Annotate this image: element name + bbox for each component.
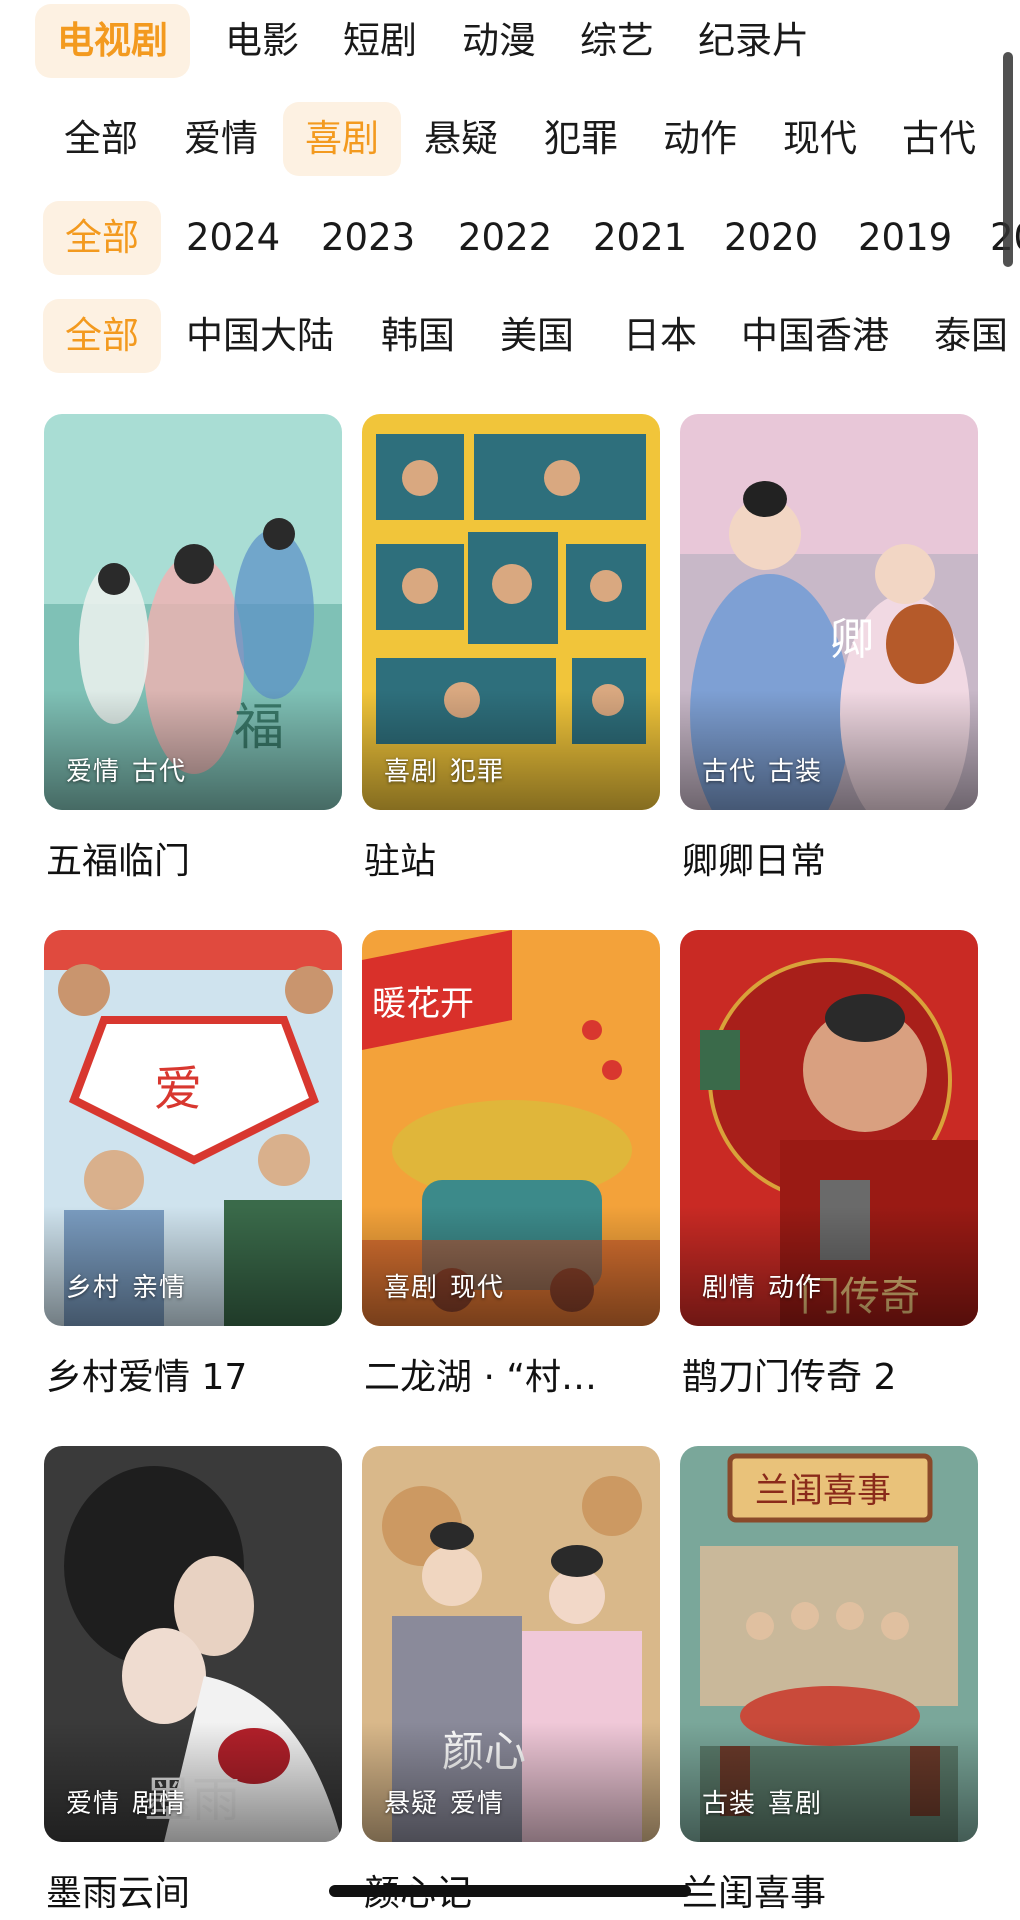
genre-filter-row: 全部 爱情 喜剧 悬疑 犯罪 动作 现代 古代 <box>0 98 1020 178</box>
genre-suspense[interactable]: 悬疑 <box>402 102 520 176</box>
poster-image[interactable]: 福 爱情古代 <box>44 414 342 810</box>
genre-tag: 喜剧 <box>384 1273 439 1303</box>
poster-image[interactable]: 颜心 悬疑爱情 <box>362 1446 660 1842</box>
region-hong-kong[interactable]: 中国香港 <box>719 299 911 373</box>
show-title[interactable]: 卿卿日常 <box>682 832 978 884</box>
genre-tags: 爱情 剧情 <box>66 1783 186 1820</box>
genre-tags: 爱情 古代 <box>66 751 186 788</box>
region-korea[interactable]: 韩国 <box>359 299 477 373</box>
genre-tag: 古代 <box>132 757 187 787</box>
genre-tags: 古代 古装 <box>702 751 822 788</box>
region-mainland-china[interactable]: 中国大陆 <box>164 299 356 373</box>
region-thailand[interactable]: 泰国 <box>912 299 1020 373</box>
genre-tag: 现代 <box>450 1273 505 1303</box>
region-filter-row: 全部 中国大陆 韩国 美国 日本 中国香港 泰国 <box>0 295 1020 375</box>
poster-gradient <box>44 690 342 810</box>
genre-all[interactable]: 全部 <box>42 102 160 176</box>
show-title[interactable]: 驻站 <box>364 832 660 884</box>
genre-tag: 爱情 <box>450 1789 505 1819</box>
poster-gradient <box>362 1206 660 1326</box>
genre-tags: 乡村 亲情 <box>66 1267 186 1304</box>
poster-image[interactable]: 门传奇 剧情动作 <box>680 930 978 1326</box>
poster-gradient <box>44 1722 342 1842</box>
tab-movie[interactable]: 电影 <box>203 4 321 78</box>
year-2020[interactable]: 2020 <box>702 201 840 275</box>
genre-tag: 犯罪 <box>450 757 505 787</box>
svg-text:爱: 爱 <box>154 1061 202 1117</box>
genre-action[interactable]: 动作 <box>641 102 759 176</box>
svg-text:暖花开: 暖花开 <box>372 984 474 1024</box>
show-title[interactable]: 兰闺喜事 <box>682 1864 978 1916</box>
genre-tag: 喜剧 <box>384 757 439 787</box>
vertical-scrollbar[interactable] <box>1003 52 1013 267</box>
region-japan[interactable]: 日本 <box>601 299 719 373</box>
genre-tag: 悬疑 <box>384 1789 439 1819</box>
home-indicator[interactable] <box>329 1885 691 1897</box>
tab-variety[interactable]: 综艺 <box>558 4 676 78</box>
genre-tag: 亲情 <box>132 1273 187 1303</box>
svg-text:兰闺喜事: 兰闺喜事 <box>755 1471 891 1511</box>
tab-documentary[interactable]: 纪录片 <box>676 4 831 78</box>
tab-tv-series[interactable]: 电视剧 <box>35 4 190 78</box>
poster-gradient <box>44 1206 342 1326</box>
genre-tag: 古装 <box>702 1789 757 1819</box>
year-2021[interactable]: 2021 <box>571 201 709 275</box>
poster-gradient <box>680 690 978 810</box>
genre-modern[interactable]: 现代 <box>761 102 879 176</box>
genre-tag: 剧情 <box>702 1273 757 1303</box>
poster-image[interactable]: 喜剧 犯罪 <box>362 414 660 810</box>
genre-crime[interactable]: 犯罪 <box>522 102 640 176</box>
year-filter-row: 全部 2024 2023 2022 2021 2020 2019 20 <box>0 197 1020 277</box>
genre-tag: 古装 <box>768 757 823 787</box>
year-2024[interactable]: 2024 <box>164 201 302 275</box>
category-tab-row: 电视剧 电影 短剧 动漫 综艺 纪录片 <box>0 0 1020 80</box>
poster-image[interactable]: 暖花开 喜剧 现代 <box>362 930 660 1326</box>
show-title[interactable]: 五福临门 <box>46 832 342 884</box>
tab-short-drama[interactable]: 短剧 <box>321 4 439 78</box>
genre-tag: 剧情 <box>132 1789 187 1819</box>
poster-image[interactable]: 爱 乡村 亲情 <box>44 930 342 1326</box>
poster-gradient <box>362 1722 660 1842</box>
genre-comedy[interactable]: 喜剧 <box>283 102 401 176</box>
genre-tags: 剧情 动作 <box>702 1267 822 1304</box>
genre-tags: 古装 喜剧 <box>702 1783 822 1820</box>
svg-text:卿: 卿 <box>830 614 874 665</box>
show-title[interactable]: 墨雨云间 <box>46 1864 342 1916</box>
poster-gradient <box>680 1722 978 1842</box>
show-title[interactable]: 二龙湖 · “村… <box>364 1348 660 1400</box>
year-2019[interactable]: 2019 <box>836 201 974 275</box>
poster-gradient <box>680 1206 978 1326</box>
region-all[interactable]: 全部 <box>43 299 161 373</box>
region-usa[interactable]: 美国 <box>478 299 596 373</box>
genre-tags: 喜剧 现代 <box>384 1267 504 1304</box>
year-2023[interactable]: 2023 <box>299 201 437 275</box>
poster-image[interactable]: 卿 古代 古装 <box>680 414 978 810</box>
genre-tag: 喜剧 <box>768 1789 823 1819</box>
genre-tags: 悬疑 爱情 <box>384 1783 504 1820</box>
poster-image[interactable]: 墨雨 爱情剧情 <box>44 1446 342 1842</box>
genre-tags: 喜剧 犯罪 <box>384 751 504 788</box>
year-2022[interactable]: 2022 <box>436 201 574 275</box>
genre-tag: 古代 <box>702 757 757 787</box>
show-title[interactable]: 鹊刀门传奇 2 <box>682 1348 978 1400</box>
year-all[interactable]: 全部 <box>43 201 161 275</box>
poster-gradient <box>362 690 660 810</box>
genre-tag: 爱情 <box>66 1789 121 1819</box>
show-title[interactable]: 乡村爱情 17 <box>46 1348 342 1400</box>
poster-image[interactable]: 兰闺喜事 古装 喜剧 <box>680 1446 978 1842</box>
genre-tag: 动作 <box>768 1273 823 1303</box>
genre-ancient[interactable]: 古代 <box>880 102 998 176</box>
genre-tag: 乡村 <box>66 1273 121 1303</box>
genre-tag: 爱情 <box>66 757 121 787</box>
tab-anime[interactable]: 动漫 <box>440 4 558 78</box>
genre-romance[interactable]: 爱情 <box>162 102 280 176</box>
